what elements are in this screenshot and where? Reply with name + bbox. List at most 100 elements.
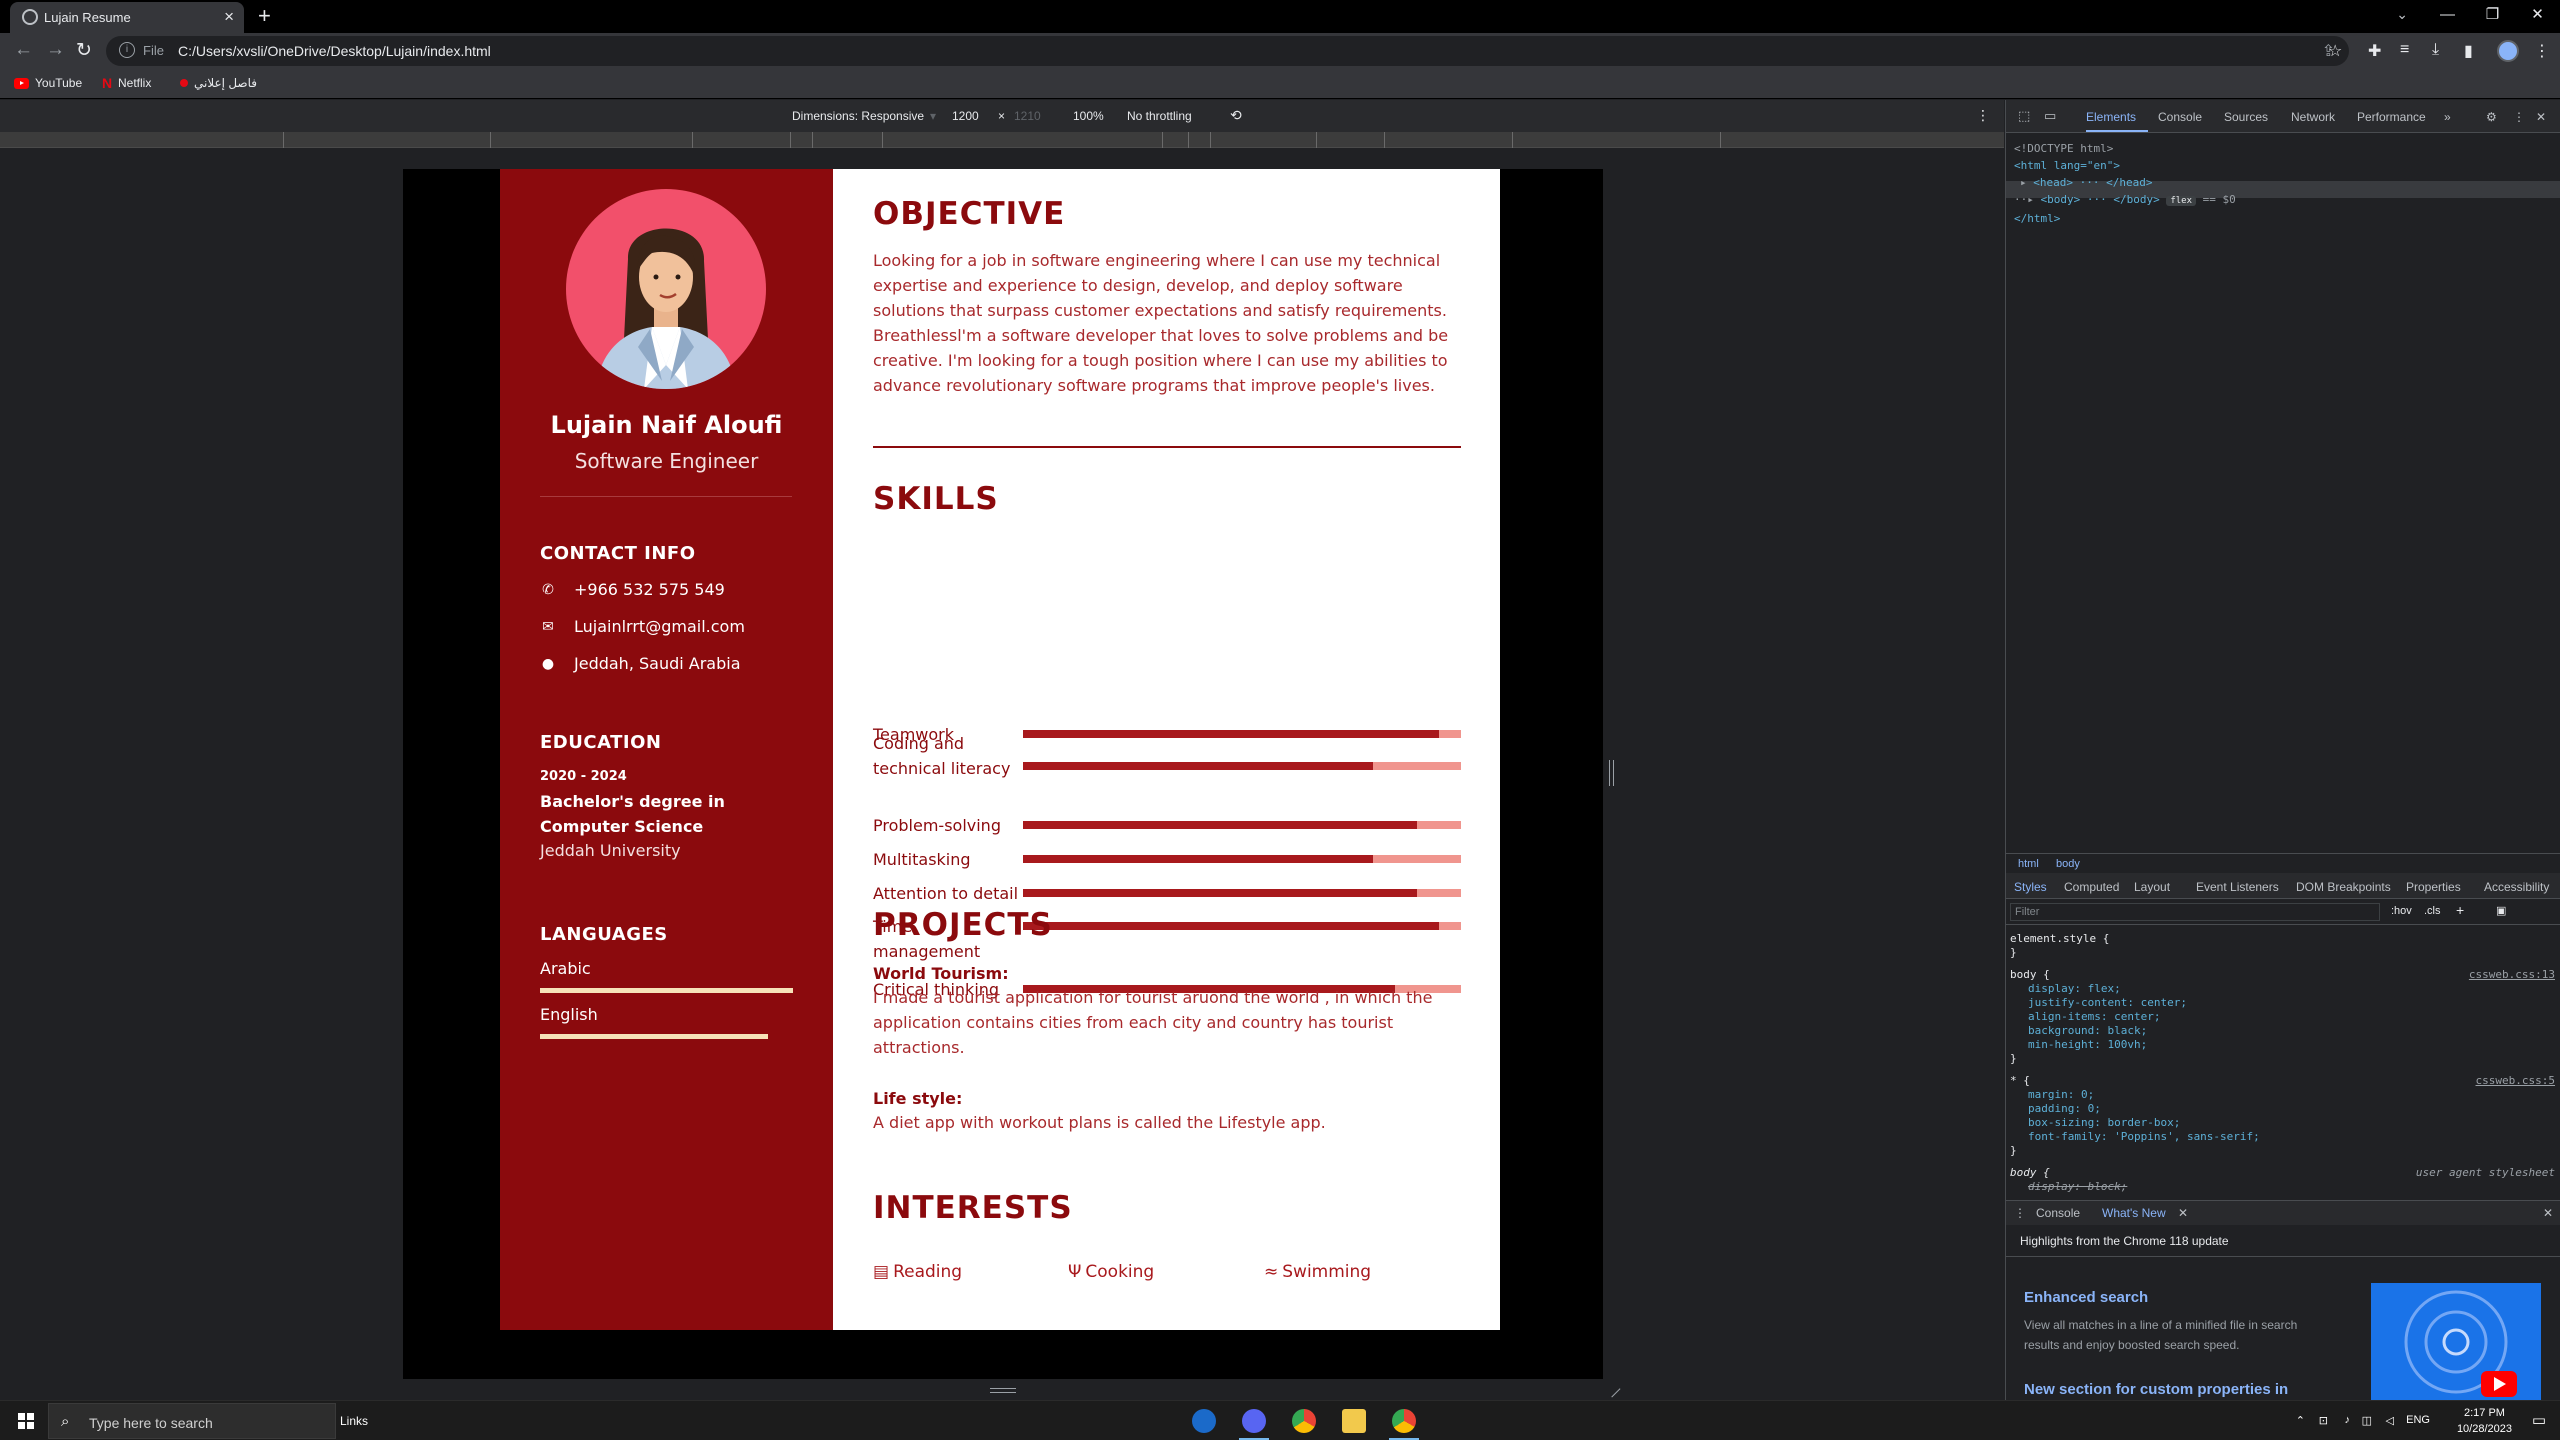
close-window-icon[interactable]: ✕ [2515,0,2560,33]
cls-toggle[interactable]: .cls [2424,905,2441,917]
media-icon[interactable]: ≡ [2400,41,2409,59]
bookmark-netflix[interactable]: N Netflix [102,76,151,90]
css-prop[interactable]: align-items: center; [2010,1010,2555,1024]
dom-html-open[interactable]: <html lang="en"> [2014,157,2236,174]
discord-icon[interactable] [1242,1409,1266,1433]
close-devtools-icon[interactable]: ✕ [2536,110,2546,124]
resize-handle-right[interactable] [1609,760,1614,786]
forward-icon[interactable]: → [46,39,65,61]
inspect-icon[interactable]: ⬚ [2018,108,2030,124]
css-prop[interactable]: font-family: 'Poppins', sans-serif; [2010,1130,2555,1144]
throttle-select[interactable]: No throttling [1127,109,1192,123]
network-icon[interactable]: ⊡ [2319,1414,2328,1427]
tab-dom-breakpoints[interactable]: DOM Breakpoints [2296,880,2391,894]
hov-toggle[interactable]: :hov [2391,905,2412,917]
crumb-body[interactable]: body [2056,858,2080,870]
links-toolbar[interactable]: Links [340,1414,368,1428]
extensions-icon[interactable]: ✚ [2368,41,2381,61]
taskbar-search[interactable]: ⌕ Type here to search [48,1403,336,1439]
resize-corner[interactable] [1603,1380,1621,1398]
css-prop[interactable]: justify-content: center; [2010,996,2555,1010]
dimensions-select[interactable]: Dimensions: Responsive [792,109,924,123]
tab-search-icon[interactable]: ⌄ [2396,6,2408,23]
side-panel-icon[interactable]: ▮ [2464,41,2473,61]
tab-event-listeners[interactable]: Event Listeners [2196,880,2279,894]
profile-avatar[interactable] [2497,40,2519,62]
element-style-rule[interactable]: element.style { [2010,932,2555,946]
rotate-icon[interactable]: ⟲ [1230,107,1242,124]
back-icon[interactable]: ← [14,39,33,61]
close-drawer-icon[interactable]: ✕ [2543,1206,2553,1220]
css-prop[interactable]: min-height: 100vh; [2010,1038,2555,1052]
restore-icon[interactable]: ❐ [2470,0,2515,33]
resize-handle-bottom[interactable] [990,1388,1016,1393]
bookmark-youtube[interactable]: YouTube [14,76,82,90]
menu-icon[interactable]: ⋮ [2534,41,2550,61]
chevron-up-icon[interactable]: ⌃ [2296,1414,2305,1427]
steam-icon[interactable] [1192,1409,1216,1433]
tab-properties[interactable]: Properties [2406,880,2461,894]
chrome-icon[interactable] [1292,1409,1316,1433]
tab-elements[interactable]: Elements [2086,110,2136,124]
crumb-html[interactable]: html [2018,858,2039,870]
dom-head-row[interactable]: ▸ <head> ··· </head> [2014,174,2236,191]
tab-layout[interactable]: Layout [2134,880,2170,894]
css-prop[interactable]: background: black; [2010,1024,2555,1038]
css-prop[interactable]: display: flex; [2010,982,2555,996]
close-tab-icon[interactable]: ✕ [2178,1206,2188,1220]
zoom-select[interactable]: 100% [1073,109,1104,123]
tab-styles[interactable]: Styles [2014,880,2047,894]
windows-start-icon[interactable] [18,1413,34,1429]
tab-console[interactable]: Console [2158,110,2202,124]
close-tab-icon[interactable]: × [224,7,234,27]
wifi-icon[interactable]: ◫ [2362,1414,2372,1427]
video-thumbnail[interactable] [2371,1283,2541,1401]
bookmark-arabic[interactable]: فاصل إعلاني [180,76,257,90]
download-icon[interactable]: ⤓ [2432,41,2439,59]
tab-computed[interactable]: Computed [2064,880,2119,894]
settings-icon[interactable]: ⚙ [2486,110,2497,124]
url-text[interactable]: C:/Users/xvsli/OneDrive/Desktop/Lujain/i… [178,43,491,59]
reload-icon[interactable]: ↻ [76,39,92,62]
dom-body-row[interactable]: ··▸ <body> ··· </body> flex == $0 [2014,191,2236,210]
file-explorer-icon[interactable] [1342,1409,1366,1433]
minimize-icon[interactable]: — [2425,0,2470,33]
info-icon[interactable]: i [119,42,135,58]
contact-email[interactable]: ✉ Lujainlrrt@gmail.com [540,617,745,636]
rule-source-link[interactable]: cssweb.css:5 [2476,1074,2555,1088]
rule-source-link[interactable]: cssweb.css:13 [2469,968,2555,982]
css-prop[interactable]: padding: 0; [2010,1102,2555,1116]
volume-icon[interactable]: ◁ [2386,1414,2394,1427]
star-icon[interactable]: ☆ [2328,41,2342,61]
css-prop[interactable]: margin: 0; [2010,1088,2555,1102]
tab-sources[interactable]: Sources [2224,110,2268,124]
drawer-menu-icon[interactable]: ⋮ [2014,1206,2026,1220]
whats-new-link[interactable]: Enhanced search [2024,1289,2148,1306]
whats-new-link[interactable]: New section for custom properties in [2024,1381,2288,1398]
width-input[interactable]: 1200 [952,109,979,123]
flex-badge[interactable]: flex [2166,196,2197,206]
tab-accessibility[interactable]: Accessibility [2484,880,2549,894]
tab-network[interactable]: Network [2291,110,2335,124]
more-options-icon[interactable]: ⋮ [2513,110,2525,124]
notification-icon[interactable]: ▭ [2532,1411,2546,1429]
add-rule-icon[interactable]: + [2456,902,2464,918]
toggle-sidebar-icon[interactable]: ▣ [2496,904,2506,917]
styles-filter-input[interactable]: Filter [2010,903,2380,921]
chrome-active-icon[interactable] [1392,1409,1416,1433]
language-indicator[interactable]: ENG [2406,1414,2430,1426]
more-options-icon[interactable]: ⋮ [1976,107,1990,124]
more-tabs-icon[interactable]: » [2444,110,2451,124]
new-tab-button[interactable]: + [258,3,271,29]
mic-icon[interactable]: ♪ [2345,1414,2351,1426]
height-input[interactable]: 1210 [1014,109,1041,123]
browser-tab[interactable]: Lujain Resume × [10,2,244,33]
device-icon[interactable]: ▭ [2044,108,2056,124]
clock[interactable]: 2:17 PM 10/28/2023 [2457,1405,2512,1437]
email-text[interactable]: Lujainlrrt@gmail.com [574,617,745,636]
css-prop[interactable]: box-sizing: border-box; [2010,1116,2555,1130]
tab-performance[interactable]: Performance [2357,110,2426,124]
drawer-tab-whats-new[interactable]: What's New [2102,1206,2166,1220]
address-bar[interactable]: i File C:/Users/xvsli/OneDrive/Desktop/L… [106,36,2349,66]
drawer-tab-console[interactable]: Console [2036,1206,2080,1220]
